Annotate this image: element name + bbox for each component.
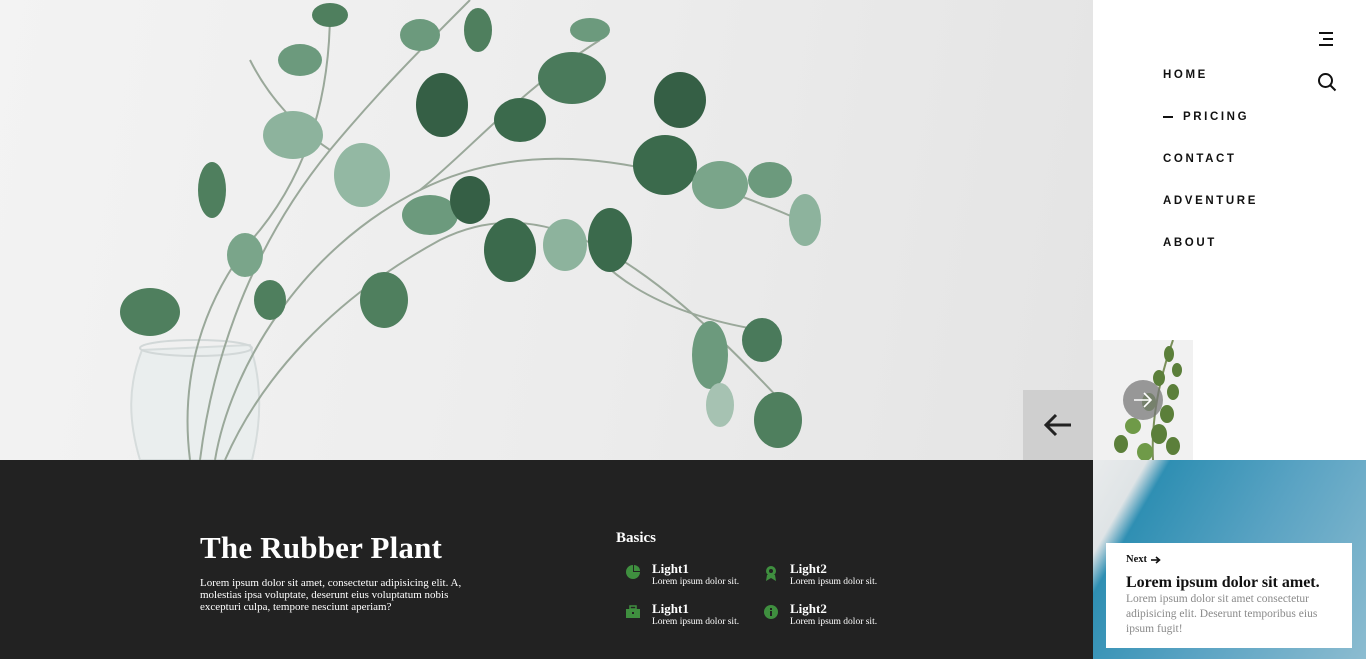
main-nav: HOME PRICING CONTACT ADVENTURE ABOUT	[1163, 66, 1258, 276]
next-label: Next	[1126, 554, 1147, 565]
briefcase-icon	[626, 605, 642, 621]
plant-title: The Rubber Plant	[200, 530, 443, 565]
nav-item-contact[interactable]: CONTACT	[1163, 150, 1258, 192]
nav-item-home[interactable]: HOME	[1163, 66, 1258, 108]
nav-item-label: PRICING	[1183, 111, 1250, 123]
next-link[interactable]: Next	[1126, 554, 1352, 565]
prev-slide-button[interactable]	[1023, 390, 1093, 460]
feature-item: Light1 Lorem ipsum dolor sit.	[626, 602, 739, 628]
feature-title: Light1	[652, 601, 689, 616]
nav-item-pricing[interactable]: PRICING	[1163, 108, 1258, 150]
arrow-left-icon	[1043, 413, 1071, 437]
nav-item-label: CONTACT	[1163, 153, 1237, 165]
nav-item-label: ADVENTURE	[1163, 195, 1258, 207]
menu-icon[interactable]	[1317, 30, 1335, 48]
next-post-excerpt: Lorem ipsum dolor sit amet consectetur a…	[1126, 593, 1318, 635]
feature-title: Light2	[790, 601, 827, 616]
feature-title: Light1	[652, 561, 689, 576]
eucalyptus-illustration	[120, 0, 821, 460]
next-post-area: Next Lorem ipsum dolor sit amet. Lorem i…	[1093, 460, 1366, 659]
info-icon	[764, 605, 780, 621]
nav-item-about[interactable]: ABOUT	[1163, 234, 1258, 276]
feature-item: Light1 Lorem ipsum dolor sit.	[626, 562, 739, 588]
plant-description: Lorem ipsum dolor sit amet, consectetur …	[200, 577, 462, 613]
next-post-card[interactable]: Next Lorem ipsum dolor sit amet. Lorem i…	[1106, 543, 1352, 648]
arrow-right-icon	[1134, 392, 1153, 408]
nav-item-adventure[interactable]: ADVENTURE	[1163, 192, 1258, 234]
arrow-right-icon	[1151, 555, 1161, 564]
next-slide-button[interactable]	[1123, 380, 1163, 420]
feature-text: Lorem ipsum dolor sit.	[652, 577, 740, 587]
feature-text: Lorem ipsum dolor sit.	[790, 617, 878, 627]
nav-item-label: ABOUT	[1163, 237, 1217, 249]
active-dash-icon	[1163, 116, 1173, 118]
plant-info-section: The Rubber Plant Lorem ipsum dolor sit a…	[0, 460, 1093, 659]
nav-item-label: HOME	[1163, 69, 1208, 81]
hero-image	[0, 0, 1093, 460]
pie-chart-icon	[626, 565, 642, 581]
feature-item: Light2 Lorem ipsum dolor sit.	[764, 602, 877, 628]
award-icon	[764, 565, 780, 581]
search-icon[interactable]	[1317, 72, 1337, 92]
basics-heading: Basics	[616, 530, 657, 546]
next-post-title: Lorem ipsum dolor sit amet.	[1126, 574, 1320, 591]
feature-text: Lorem ipsum dolor sit.	[790, 577, 878, 587]
feature-title: Light2	[790, 561, 827, 576]
feature-item: Light2 Lorem ipsum dolor sit.	[764, 562, 877, 588]
feature-text: Lorem ipsum dolor sit.	[652, 617, 740, 627]
